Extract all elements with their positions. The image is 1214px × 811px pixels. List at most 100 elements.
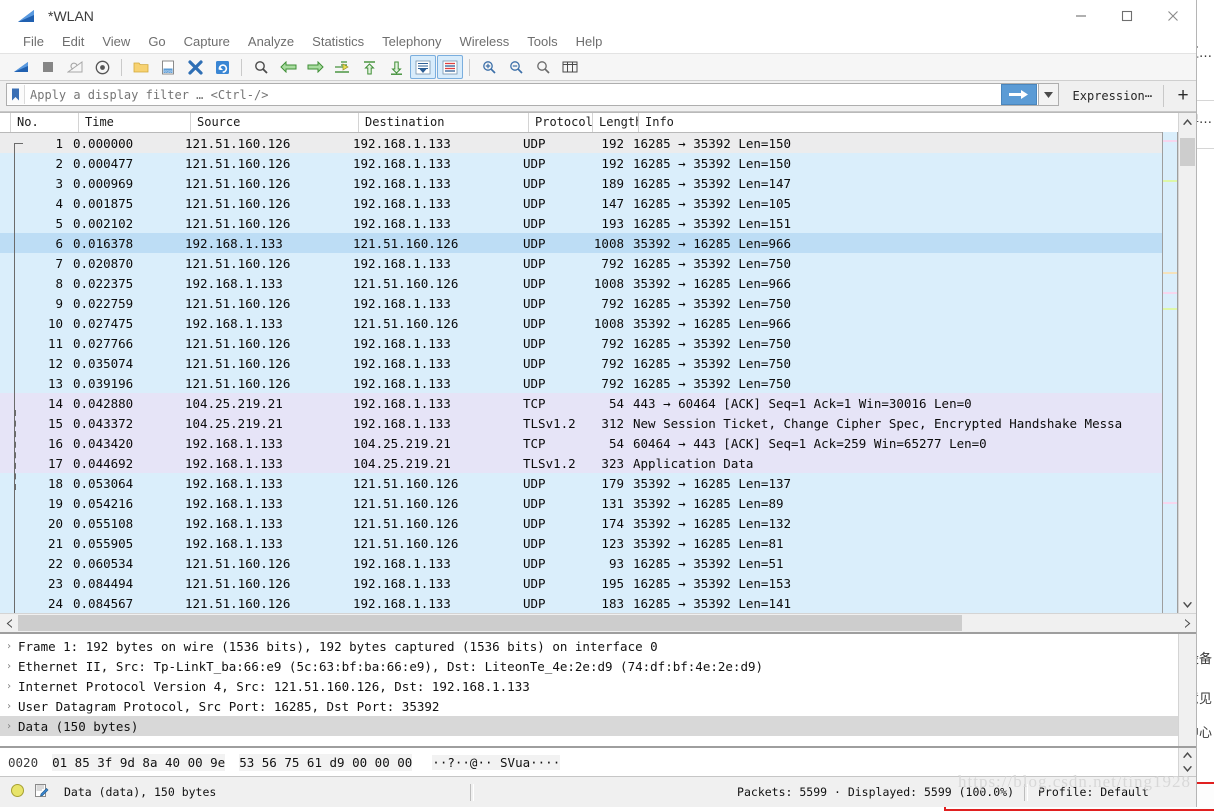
table-row[interactable]: 6 0.016378 192.168.1.133 121.51.160.126 UDP 1… <box>0 233 1162 253</box>
table-row[interactable]: 7 0.020870 121.51.160.126 192.168.1.133 UDP 7… <box>0 253 1162 273</box>
save-file-icon[interactable]: 010 <box>155 55 181 79</box>
table-row[interactable]: 1 0.000000 121.51.160.126 192.168.1.133 UDP 1… <box>0 133 1162 153</box>
detail-tree-row[interactable]: › Frame 1: 192 bytes on wire (1536 bits),… <box>0 636 1178 656</box>
column-header-info[interactable]: Info <box>639 113 1162 132</box>
close-file-icon[interactable] <box>182 55 208 79</box>
filter-history-dropdown[interactable] <box>1038 83 1059 106</box>
zoom-in-icon[interactable] <box>476 55 502 79</box>
table-row[interactable]: 5 0.002102 121.51.160.126 192.168.1.133 UDP 1… <box>0 213 1162 233</box>
table-row[interactable]: 19 0.054216 192.168.1.133 121.51.160.126 UDP… <box>0 493 1162 513</box>
detail-tree-row[interactable]: › Internet Protocol Version 4, Src: 121.5… <box>0 676 1178 696</box>
column-header-no[interactable]: No. <box>11 113 79 132</box>
table-row[interactable]: 21 0.055905 192.168.1.133 121.51.160.126 UDP… <box>0 533 1162 553</box>
bytes-scroll-down-icon[interactable] <box>1179 762 1196 776</box>
stop-capture-icon[interactable] <box>35 55 61 79</box>
restart-capture-icon[interactable] <box>62 55 88 79</box>
search-input[interactable] <box>25 84 1001 105</box>
menu-tools[interactable]: Tools <box>518 31 566 53</box>
go-back-icon[interactable] <box>275 55 301 79</box>
detail-tree-row[interactable]: › User Datagram Protocol, Src Port: 16285… <box>0 696 1178 716</box>
go-first-packet-icon[interactable] <box>356 55 382 79</box>
menu-telephony[interactable]: Telephony <box>373 31 450 53</box>
bookmark-icon[interactable] <box>7 85 25 104</box>
go-forward-icon[interactable] <box>302 55 328 79</box>
display-filter-field[interactable] <box>6 83 1039 106</box>
find-packet-icon[interactable] <box>248 55 274 79</box>
packet-details-tree[interactable]: › Frame 1: 192 bytes on wire (1536 bits),… <box>0 634 1178 746</box>
menu-edit[interactable]: Edit <box>53 31 93 53</box>
detail-tree-row[interactable]: › Ethernet II, Src: Tp-LinkT_ba:66:e9 (5c… <box>0 656 1178 676</box>
capture-comment-icon[interactable] <box>34 783 49 801</box>
open-file-icon[interactable] <box>128 55 154 79</box>
table-row[interactable]: 2 0.000477 121.51.160.126 192.168.1.133 UDP 1… <box>0 153 1162 173</box>
packet-details-scrollbar[interactable] <box>1178 634 1196 746</box>
packet-list-horizontal-scrollbar[interactable] <box>0 613 1196 632</box>
menu-capture[interactable]: Capture <box>175 31 239 53</box>
status-profile[interactable]: Profile: Default <box>1028 785 1196 799</box>
minimize-button[interactable] <box>1058 0 1104 31</box>
table-row[interactable]: 16 0.043420 192.168.1.133 104.25.219.21 TCP 5… <box>0 433 1162 453</box>
table-row[interactable]: 15 0.043372 104.25.219.21 192.168.1.133 TLSv… <box>0 413 1162 433</box>
colorize-icon[interactable] <box>437 55 463 79</box>
column-header-time[interactable]: Time <box>79 113 191 132</box>
go-to-packet-icon[interactable] <box>329 55 355 79</box>
start-capture-icon[interactable] <box>8 55 34 79</box>
scroll-thumb[interactable] <box>1180 138 1195 166</box>
scroll-up-arrow-icon[interactable] <box>1179 113 1196 130</box>
apply-filter-button[interactable] <box>1000 84 1037 105</box>
chevron-right-icon[interactable]: › <box>0 641 18 652</box>
column-header-source[interactable]: Source <box>191 113 359 132</box>
hex-dump-line[interactable]: 0020 01 85 3f 9d 8a 40 00 9e 53 56 75 61… <box>0 753 1196 771</box>
packet-list-minimap[interactable] <box>1162 132 1178 613</box>
close-button[interactable] <box>1150 0 1196 31</box>
table-row[interactable]: 22 0.060534 121.51.160.126 192.168.1.133 UDP… <box>0 553 1162 573</box>
go-last-packet-icon[interactable] <box>383 55 409 79</box>
horizontal-scroll-thumb[interactable] <box>18 615 962 631</box>
menu-statistics[interactable]: Statistics <box>303 31 373 53</box>
packet-bytes-scrollbar[interactable] <box>1178 748 1196 776</box>
table-row[interactable]: 17 0.044692 192.168.1.133 104.25.219.21 TLSv… <box>0 453 1162 473</box>
scroll-left-arrow-icon[interactable] <box>0 614 17 632</box>
chevron-right-icon[interactable]: › <box>0 721 18 732</box>
table-row[interactable]: 18 0.053064 192.168.1.133 121.51.160.126 UDP… <box>0 473 1162 493</box>
column-header-protocol[interactable]: Protocol <box>529 113 593 132</box>
menu-wireless[interactable]: Wireless <box>450 31 518 53</box>
normal-size-icon[interactable] <box>530 55 556 79</box>
zoom-out-icon[interactable] <box>503 55 529 79</box>
capture-options-icon[interactable] <box>89 55 115 79</box>
auto-scroll-icon[interactable] <box>410 55 436 79</box>
table-row[interactable]: 13 0.039196 121.51.160.126 192.168.1.133 UDP… <box>0 373 1162 393</box>
packet-rows-container[interactable]: 1 0.000000 121.51.160.126 192.168.1.133 UDP 1… <box>0 133 1162 613</box>
menu-analyze[interactable]: Analyze <box>239 31 303 53</box>
packet-list-vertical-scrollbar[interactable] <box>1178 113 1196 613</box>
table-row[interactable]: 14 0.042880 104.25.219.21 192.168.1.133 TCP 5… <box>0 393 1162 413</box>
bytes-scroll-up-icon[interactable] <box>1179 748 1196 762</box>
table-row[interactable]: 23 0.084494 121.51.160.126 192.168.1.133 UDP… <box>0 573 1162 593</box>
maximize-button[interactable] <box>1104 0 1150 31</box>
expert-info-circle-icon[interactable] <box>10 783 25 801</box>
table-row[interactable]: 11 0.027766 121.51.160.126 192.168.1.133 UDP… <box>0 333 1162 353</box>
chevron-right-icon[interactable]: › <box>0 701 18 712</box>
add-filter-button[interactable]: + <box>1170 83 1196 109</box>
column-header-destination[interactable]: Destination <box>359 113 529 132</box>
table-row[interactable]: 3 0.000969 121.51.160.126 192.168.1.133 UDP 1… <box>0 173 1162 193</box>
table-row[interactable]: 8 0.022375 192.168.1.133 121.51.160.126 UDP 1… <box>0 273 1162 293</box>
table-row[interactable]: 24 0.084567 121.51.160.126 192.168.1.133 UDP… <box>0 593 1162 613</box>
column-header-length[interactable]: Length <box>593 113 639 132</box>
filter-expression-button[interactable]: Expression⋯ <box>1068 83 1157 109</box>
table-row[interactable]: 20 0.055108 192.168.1.133 121.51.160.126 UDP… <box>0 513 1162 533</box>
scroll-right-arrow-icon[interactable] <box>1179 614 1196 632</box>
scroll-down-arrow-icon[interactable] <box>1179 596 1196 613</box>
table-row[interactable]: 9 0.022759 121.51.160.126 192.168.1.133 UDP 7… <box>0 293 1162 313</box>
chevron-right-icon[interactable]: › <box>0 661 18 672</box>
table-row[interactable]: 12 0.035074 121.51.160.126 192.168.1.133 UDP… <box>0 353 1162 373</box>
table-row[interactable]: 4 0.001875 121.51.160.126 192.168.1.133 UDP 1… <box>0 193 1162 213</box>
menu-view[interactable]: View <box>93 31 139 53</box>
chevron-right-icon[interactable]: › <box>0 681 18 692</box>
menu-file[interactable]: File <box>14 31 53 53</box>
detail-tree-row[interactable]: › Data (150 bytes) <box>0 716 1178 736</box>
reload-file-icon[interactable] <box>209 55 235 79</box>
menu-go[interactable]: Go <box>139 31 174 53</box>
resize-columns-icon[interactable] <box>557 55 583 79</box>
menu-help[interactable]: Help <box>567 31 612 53</box>
